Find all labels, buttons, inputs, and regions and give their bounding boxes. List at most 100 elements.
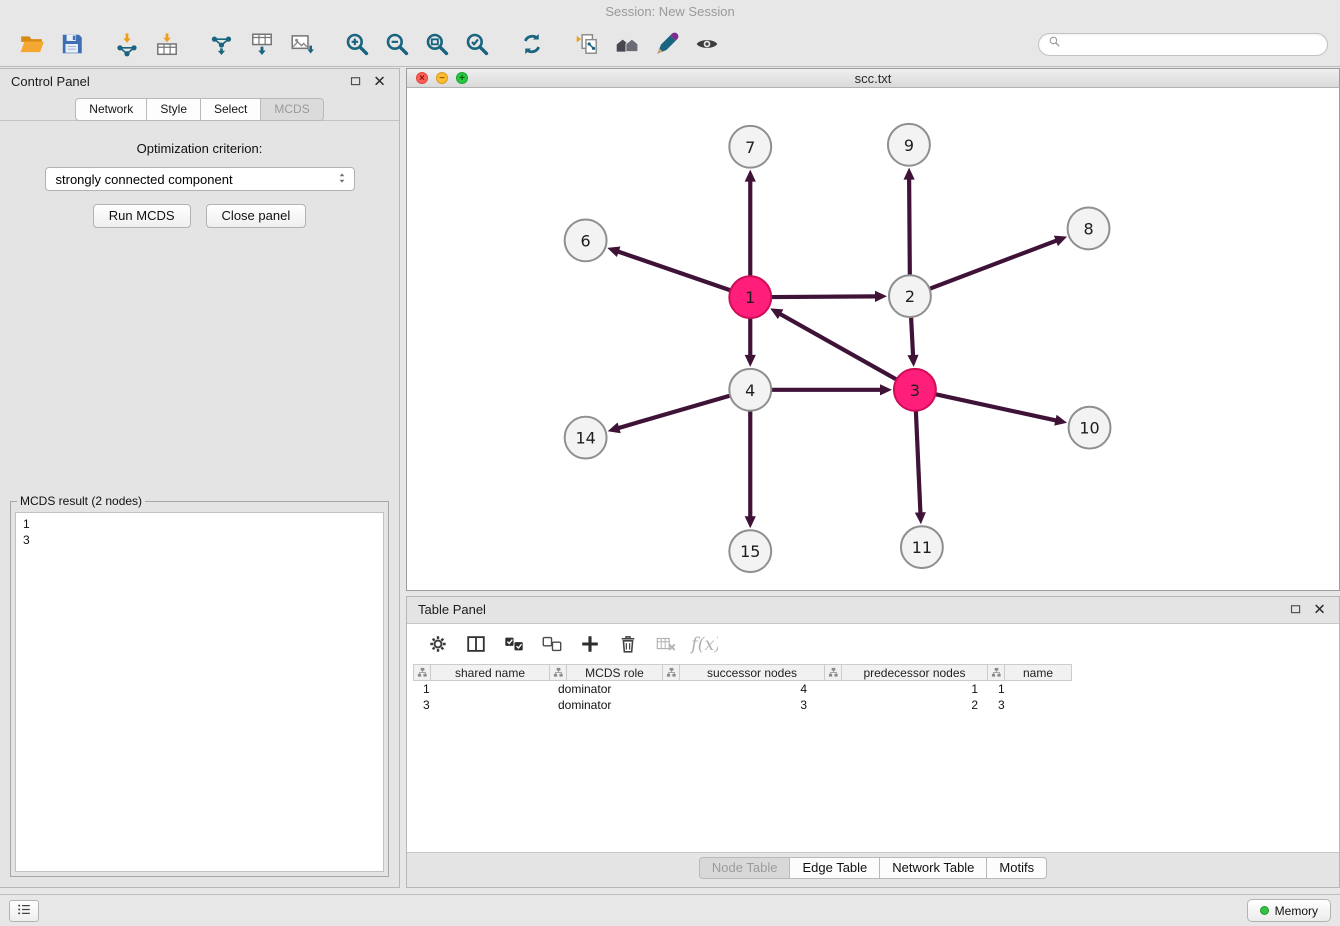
graph-edge-1-4[interactable] <box>745 319 756 367</box>
import-network-button[interactable] <box>107 25 147 63</box>
search-field[interactable] <box>1038 33 1328 56</box>
column-header-name[interactable]: name <box>988 664 1072 681</box>
table-cell: 1 <box>413 682 550 696</box>
window-titlebar[interactable]: Session: New Session <box>0 0 1340 22</box>
column-sort-icon[interactable] <box>988 665 1005 680</box>
tab-mcds[interactable]: MCDS <box>261 98 323 121</box>
deselect-all-button[interactable] <box>537 629 567 659</box>
zoom-in-button[interactable] <box>337 25 377 63</box>
style-brush-button[interactable] <box>647 25 687 63</box>
trash-button[interactable] <box>613 629 643 659</box>
float-panel-icon[interactable] <box>349 74 364 89</box>
refresh-button[interactable] <box>512 25 552 63</box>
open-session-button[interactable] <box>12 25 52 63</box>
memory-label: Memory <box>1275 904 1318 918</box>
graph-edge-4-14[interactable] <box>608 396 730 433</box>
select-all-icon <box>503 633 525 655</box>
column-header-successor-nodes[interactable]: successor nodes <box>663 664 825 681</box>
graph-edge-2-9[interactable] <box>904 168 915 275</box>
tab-motifs[interactable]: Motifs <box>987 857 1047 879</box>
split-panel-button[interactable] <box>461 629 491 659</box>
trash-icon <box>617 633 639 655</box>
zoom-selected-button[interactable] <box>457 25 497 63</box>
graph-edge-3-1[interactable] <box>770 308 896 379</box>
graph-edge-4-3[interactable] <box>772 384 892 395</box>
optimization-criterion-select[interactable]: strongly connected component <box>45 167 355 191</box>
select-arrows-icon <box>335 171 349 185</box>
graph-edge-3-11[interactable] <box>915 412 926 525</box>
tab-style[interactable]: Style <box>147 98 201 121</box>
status-list-button[interactable] <box>9 900 39 922</box>
tab-network-table[interactable]: Network Table <box>880 857 987 879</box>
import-table-icon <box>154 31 180 57</box>
table-toolbar: f(x) <box>407 624 1339 664</box>
graph-node-3[interactable]: 3 <box>894 369 936 411</box>
memory-button[interactable]: Memory <box>1247 899 1331 922</box>
graph-node-14[interactable]: 14 <box>565 417 607 459</box>
network-canvas[interactable]: 7 9 6 8 1 2 4 3 14 10 15 11 <box>407 88 1339 590</box>
close-panel-icon[interactable] <box>373 74 388 89</box>
graph-node-11[interactable]: 11 <box>901 526 943 568</box>
tab-node-table[interactable]: Node Table <box>699 857 791 879</box>
import-table-button[interactable] <box>147 25 187 63</box>
export-image-button[interactable] <box>282 25 322 63</box>
export-network-button[interactable] <box>202 25 242 63</box>
mcds-result-item[interactable]: 3 <box>23 532 376 548</box>
close-panel-button[interactable]: Close panel <box>206 204 307 228</box>
new-network-from-selection-button[interactable] <box>567 25 607 63</box>
network-graph[interactable]: 7 9 6 8 1 2 4 3 14 10 15 11 <box>407 88 1339 590</box>
export-table-button[interactable] <box>242 25 282 63</box>
save-session-button[interactable] <box>52 25 92 63</box>
graph-node-10[interactable]: 10 <box>1069 407 1111 449</box>
graph-node-8[interactable]: 8 <box>1068 208 1110 250</box>
column-sort-icon[interactable] <box>825 665 842 680</box>
column-sort-icon[interactable] <box>663 665 680 680</box>
fx-icon: f(x) <box>690 630 718 658</box>
tab-edge-table[interactable]: Edge Table <box>790 857 880 879</box>
select-all-button[interactable] <box>499 629 529 659</box>
close-panel-icon[interactable] <box>1313 602 1328 617</box>
network-window-titlebar[interactable]: × − + scc.txt <box>407 69 1339 88</box>
graph-edge-2-3[interactable] <box>907 318 918 367</box>
mcds-result-list[interactable]: 13 <box>15 512 384 872</box>
zoom-out-button[interactable] <box>377 25 417 63</box>
zoom-fit-button[interactable] <box>417 25 457 63</box>
table-row[interactable]: 3dominator323 <box>413 697 1339 713</box>
table-row[interactable]: 1dominator411 <box>413 681 1339 697</box>
window-title: Session: New Session <box>605 4 734 19</box>
tab-select[interactable]: Select <box>201 98 261 121</box>
maximize-window-icon[interactable]: + <box>456 72 468 84</box>
column-header-shared-name[interactable]: shared name <box>413 664 550 681</box>
graph-edge-4-15[interactable] <box>745 412 756 529</box>
column-header-predecessor-nodes[interactable]: predecessor nodes <box>825 664 988 681</box>
float-panel-icon[interactable] <box>1289 602 1304 617</box>
mcds-result-item[interactable]: 1 <box>23 516 376 532</box>
column-sort-icon[interactable] <box>414 665 431 680</box>
graph-node-7[interactable]: 7 <box>729 126 771 168</box>
column-header-MCDS-role[interactable]: MCDS role <box>550 664 663 681</box>
graph-node-15[interactable]: 15 <box>729 530 771 572</box>
minimize-window-icon[interactable]: − <box>436 72 448 84</box>
graph-node-6[interactable]: 6 <box>565 219 607 261</box>
graph-node-2[interactable]: 2 <box>889 275 931 317</box>
graph-edge-1-2[interactable] <box>772 291 887 302</box>
table-panel-header: Table Panel <box>407 597 1339 622</box>
graph-edge-1-7[interactable] <box>745 170 756 276</box>
search-input[interactable] <box>1066 37 1318 51</box>
graph-node-4[interactable]: 4 <box>729 369 771 411</box>
graph-edge-2-8[interactable] <box>930 236 1067 289</box>
eye-button[interactable] <box>687 25 727 63</box>
graph-node-9[interactable]: 9 <box>888 124 930 166</box>
tab-network[interactable]: Network <box>75 98 147 121</box>
graph-node-1[interactable]: 1 <box>729 276 771 318</box>
graph-edge-3-10[interactable] <box>936 394 1067 425</box>
column-sort-icon[interactable] <box>550 665 567 680</box>
node-table: shared nameMCDS rolesuccessor nodesprede… <box>407 664 1339 713</box>
close-window-icon[interactable]: × <box>416 72 428 84</box>
control-panel-title: Control Panel <box>11 74 90 89</box>
gear-button[interactable] <box>423 629 453 659</box>
run-mcds-button[interactable]: Run MCDS <box>93 204 191 228</box>
add-column-button[interactable] <box>575 629 605 659</box>
graph-edge-1-6[interactable] <box>607 246 729 290</box>
home-button[interactable] <box>607 25 647 63</box>
